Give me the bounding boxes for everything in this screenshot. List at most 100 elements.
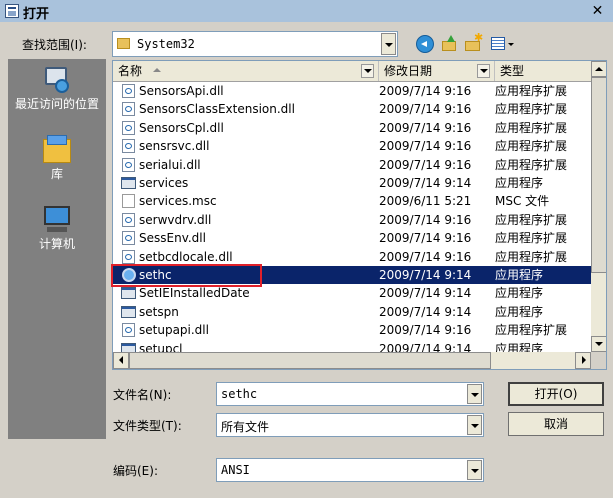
table-row[interactable]: SensorsApi.dll 2009/7/14 9:16 应用程序扩展 [113,82,591,100]
table-row[interactable]: setupapi.dll 2009/7/14 9:16 应用程序扩展 [113,321,591,339]
file-date: 2009/7/14 9:14 [379,304,472,319]
column-filter-icon[interactable] [361,64,374,78]
application-icon [121,177,136,189]
file-name: setbcdlocale.dll [139,249,233,264]
table-row[interactable]: setbcdlocale.dll 2009/7/14 9:16 应用程序扩展 [113,248,591,266]
file-type: 应用程序扩展 [495,120,568,135]
file-name: setupcl [139,341,183,352]
table-row[interactable]: setupcl 2009/7/14 9:14 应用程序 [113,340,591,352]
table-row[interactable]: sensrsvc.dll 2009/7/14 9:16 应用程序扩展 [113,137,591,155]
filename-label: 文件名(N): [113,388,172,402]
file-date: 2009/7/14 9:16 [379,249,472,264]
file-type: 应用程序扩展 [495,231,568,246]
filetype-value: 所有文件 [221,420,270,434]
file-name: SensorsApi.dll [139,84,224,98]
column-header-type[interactable]: 类型 [495,61,591,81]
file-type: 应用程序 [495,304,544,319]
place-computer[interactable]: 计算机 [8,205,106,251]
file-date: 2009/7/14 9:16 [379,212,472,227]
column-header-name[interactable]: 名称 [113,61,379,81]
place-recent[interactable]: 最近访问的位置 [8,65,106,111]
file-name: SetIEInstalledDate [139,286,250,301]
table-row[interactable]: services 2009/7/14 9:14 应用程序 [113,174,591,192]
file-list[interactable]: 名称 修改日期 类型 SensorsApi.dll 2009/7/14 9:16 应… [112,60,607,370]
column-header-date[interactable]: 修改日期 [379,61,495,81]
chevron-down-icon[interactable] [381,33,396,55]
column-date-label: 修改日期 [384,64,433,78]
list-rows: SensorsApi.dll 2009/7/14 9:16 应用程序扩展 Sensor… [113,82,591,352]
computer-icon [41,205,73,235]
sort-ascending-icon [153,68,161,72]
file-name: setupapi.dll [139,323,209,338]
up-folder-icon[interactable] [440,35,458,53]
cancel-button[interactable]: 取消 [508,412,604,436]
table-row[interactable]: setspn 2009/7/14 9:14 应用程序 [113,303,591,321]
vertical-scrollbar[interactable] [591,61,606,352]
highlight-box [111,264,262,287]
table-row[interactable]: serwvdrv.dll 2009/7/14 9:16 应用程序扩展 [113,211,591,229]
column-filter-icon[interactable] [477,64,490,78]
dll-file-icon [122,102,135,117]
file-date: 2009/7/14 9:16 [379,102,472,117]
horizontal-scroll-thumb[interactable] [129,352,491,369]
table-row[interactable]: services.msc 2009/6/11 5:21 MSC 文件 [113,192,591,210]
filename-value: sethc [221,387,258,401]
title-bar[interactable]: 打开 ✕ [0,0,613,22]
application-icon [121,305,136,318]
encoding-value: ANSI [221,463,250,477]
file-date: 2009/7/14 9:14 [379,286,472,301]
table-row[interactable]: SensorsCpl.dll 2009/7/14 9:16 应用程序扩展 [113,119,591,137]
chevron-down-icon[interactable] [467,384,482,404]
chevron-down-icon[interactable] [467,415,482,435]
vertical-scroll-thumb[interactable] [591,77,606,273]
file-date: 2009/7/14 9:16 [379,157,472,172]
filename-input[interactable]: sethc [216,382,484,406]
file-name: SessEnv.dll [139,231,206,246]
document-icon [122,194,135,209]
file-name: services.msc [139,194,217,209]
file-type: 应用程序 [495,341,544,352]
table-row[interactable]: SetIEInstalledDate 2009/7/14 9:14 应用程序 [113,284,591,302]
file-type: 应用程序扩展 [495,323,568,338]
file-type: 应用程序扩展 [495,102,568,117]
encoding-select[interactable]: ANSI [216,458,484,482]
column-name-label: 名称 [118,64,143,78]
dll-file-icon [122,212,135,227]
dll-file-icon [122,139,135,154]
view-menu-icon[interactable] [490,35,516,53]
encoding-label: 编码(E): [113,464,158,478]
table-row[interactable]: SensorsClassExtension.dll 2009/7/14 9:16 应… [113,100,591,118]
table-row[interactable]: SessEnv.dll 2009/7/14 9:16 应用程序扩展 [113,229,591,247]
file-name: SensorsClassExtension.dll [139,102,295,117]
back-icon[interactable] [416,35,434,53]
file-type: 应用程序扩展 [495,157,568,172]
open-button[interactable]: 打开(O) [508,382,604,406]
window-icon [5,4,19,18]
place-label: 库 [50,167,63,181]
table-row[interactable]: serialui.dll 2009/7/14 9:16 应用程序扩展 [113,156,591,174]
file-type: 应用程序扩展 [495,139,568,154]
file-date: 2009/7/14 9:16 [379,120,472,135]
file-name: serialui.dll [139,157,201,172]
horizontal-scrollbar[interactable] [113,352,591,369]
dll-file-icon [122,120,135,135]
application-icon [121,287,136,300]
place-library[interactable]: 库 [8,135,106,181]
library-icon [41,135,73,165]
scroll-down-button[interactable] [591,336,606,352]
file-date: 2009/7/14 9:16 [379,231,472,246]
scroll-left-button[interactable] [113,352,129,369]
lookin-dropdown[interactable]: System32 [112,31,398,57]
scroll-up-button[interactable] [591,61,606,77]
close-button[interactable]: ✕ [588,3,607,19]
chevron-down-icon[interactable] [467,460,482,480]
place-label: 计算机 [38,237,75,251]
file-name: serwvdrv.dll [139,212,212,227]
scroll-right-button[interactable] [575,352,591,369]
file-date: 2009/6/11 5:21 [379,194,472,209]
filetype-select[interactable]: 所有文件 [216,413,484,437]
new-folder-icon[interactable] [464,31,483,53]
file-type: 应用程序 [495,268,544,282]
file-date: 2009/7/14 9:14 [379,341,472,352]
filetype-label: 文件类型(T): [113,419,182,433]
